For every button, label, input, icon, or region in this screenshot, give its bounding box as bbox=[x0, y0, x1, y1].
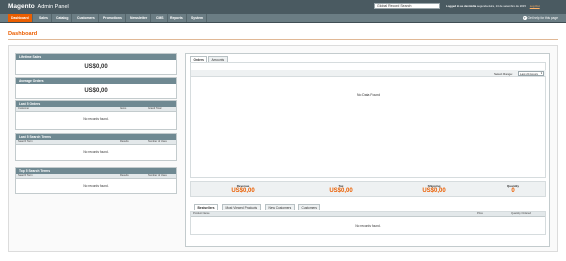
total-shipping: Shipping US$0,00 bbox=[404, 184, 464, 195]
tab-customers[interactable]: Customers bbox=[298, 204, 321, 210]
magento-logo[interactable]: Magento Admin Panel bbox=[8, 3, 69, 11]
nav-promotions[interactable]: Promotions bbox=[100, 14, 126, 22]
no-data-message: No Data Found bbox=[357, 93, 380, 97]
last-orders-grid-header: Customer Items Grand Total bbox=[16, 107, 176, 112]
column-header[interactable]: Search Term bbox=[18, 174, 33, 179]
logo-subtitle: Admin Panel bbox=[37, 4, 69, 10]
header-bar: Magento Admin Panel Global Record Search… bbox=[0, 0, 566, 14]
top-search-box: Top 5 Search Terms Search Term Results N… bbox=[15, 167, 177, 194]
total-revenue: Revenue US$0,00 bbox=[213, 184, 273, 195]
logo-brand: Magento bbox=[8, 3, 35, 10]
empty-message: No records found. bbox=[83, 183, 109, 188]
nav-dashboard[interactable]: Dashboard bbox=[8, 14, 33, 22]
column-header[interactable]: Grand Total bbox=[148, 107, 161, 112]
login-info: Logged in as devmidia segunda-feira, 14 … bbox=[446, 4, 540, 8]
total-tax: Tax US$0,00 bbox=[311, 184, 371, 195]
total-value: US$0,00 bbox=[329, 188, 353, 194]
title-divider bbox=[8, 39, 558, 40]
logout-link[interactable]: Log Out bbox=[530, 4, 540, 8]
page-title: Dashboard bbox=[8, 31, 38, 37]
chevron-down-icon: ▾ bbox=[540, 72, 542, 75]
nav-cms[interactable]: CMS bbox=[153, 14, 168, 22]
tab-most-viewed[interactable]: Most Viewed Products bbox=[222, 204, 261, 210]
bestsellers-grid-header: Product Name Price Quantity Ordered bbox=[191, 212, 545, 217]
column-header[interactable]: Number of Uses bbox=[148, 174, 167, 179]
lifetime-sales-box: Lifetime Sales US$0,00 bbox=[15, 53, 177, 75]
column-header[interactable]: Items bbox=[120, 107, 126, 112]
help-link[interactable]: ? Get help for this page bbox=[522, 14, 558, 22]
column-header[interactable]: Quantity Ordered bbox=[511, 212, 531, 217]
global-search-input[interactable]: Global Record Search bbox=[374, 3, 440, 9]
chart-panel: Orders Amounts Select Range: Last 24 Hou… bbox=[185, 53, 550, 247]
column-header[interactable]: Search Term bbox=[18, 140, 33, 145]
empty-message: No records found. bbox=[83, 149, 109, 154]
last-orders-box: Last 5 Orders Customer Items Grand Total… bbox=[15, 100, 177, 130]
lifetime-sales-value: US$0,00 bbox=[84, 64, 108, 70]
range-select[interactable]: Last 24 Hours ▾ bbox=[518, 71, 544, 76]
help-label: Get help for this page bbox=[527, 16, 558, 20]
range-label: Select Range: bbox=[494, 72, 513, 76]
nav-system[interactable]: System bbox=[188, 14, 208, 22]
nav-catalog[interactable]: Catalog bbox=[53, 14, 73, 22]
nav-customers[interactable]: Customers bbox=[74, 14, 99, 22]
column-header[interactable]: Results bbox=[120, 174, 129, 179]
total-value: US$0,00 bbox=[231, 188, 255, 194]
empty-message: No records found. bbox=[83, 116, 109, 121]
column-header[interactable]: Number of Uses bbox=[148, 140, 167, 145]
top-search-grid-header: Search Term Results Number of Uses bbox=[16, 174, 176, 179]
empty-message: No records found. bbox=[355, 223, 381, 228]
bestsellers-grid: Product Name Price Quantity Ordered No r… bbox=[190, 211, 546, 235]
average-orders-box: Average Orders US$0,00 bbox=[15, 77, 177, 99]
column-header[interactable]: Customer bbox=[18, 107, 29, 112]
range-toolbar: Select Range: Last 24 Hours ▾ bbox=[191, 70, 546, 77]
column-header[interactable]: Results bbox=[120, 140, 129, 145]
total-value: US$0,00 bbox=[422, 188, 446, 194]
totals-bar: Revenue US$0,00 Tax US$0,00 Shipping US$… bbox=[190, 181, 546, 197]
main-nav: Dashboard Sales Catalog Customers Promot… bbox=[0, 14, 566, 23]
help-icon: ? bbox=[522, 16, 527, 21]
column-header[interactable]: Product Name bbox=[193, 212, 210, 217]
total-value: 0 bbox=[511, 188, 515, 194]
last-search-box: Last 5 Search Terms Search Term Results … bbox=[15, 133, 177, 161]
nav-reports[interactable]: Reports bbox=[167, 14, 187, 22]
average-orders-value: US$0,00 bbox=[84, 88, 108, 94]
tab-new-customers[interactable]: New Customers bbox=[265, 204, 295, 210]
logged-in-text: Logged in as devmidia bbox=[446, 4, 477, 8]
column-header[interactable]: Price bbox=[477, 212, 483, 217]
range-select-value: Last 24 Hours bbox=[520, 72, 538, 76]
total-quantity: Quantity 0 bbox=[483, 184, 543, 195]
chart-area: Select Range: Last 24 Hours ▾ No Data Fo… bbox=[190, 62, 546, 178]
nav-sales[interactable]: Sales bbox=[36, 14, 52, 22]
last-search-grid-header: Search Term Results Number of Uses bbox=[16, 140, 176, 145]
tab-bestsellers[interactable]: Bestsellers bbox=[194, 204, 219, 210]
nav-newsletter[interactable]: Newsletter bbox=[127, 14, 152, 22]
current-date: segunda-feira, 14 de setembro de 2015 bbox=[476, 4, 526, 8]
